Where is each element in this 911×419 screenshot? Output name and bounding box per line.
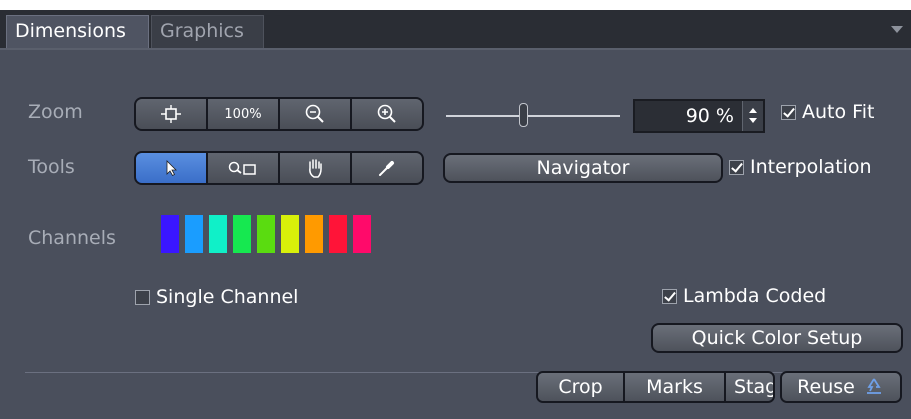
autofit-check-icon[interactable] <box>781 104 796 120</box>
eyedropper-icon <box>379 161 394 176</box>
lambda-coded-checkbox[interactable]: Lambda Coded <box>662 285 826 307</box>
zoom-rect-tool-button[interactable] <box>208 153 280 183</box>
channel-swatch-2[interactable] <box>185 215 203 253</box>
zoom-rect-icon <box>228 161 256 175</box>
marks-label: Marks <box>646 376 703 398</box>
reuse-label: Reuse <box>797 376 855 398</box>
autofit-checkbox[interactable]: Auto Fit <box>781 101 874 123</box>
interpolation-check-icon[interactable] <box>729 159 744 175</box>
lambda-coded-label: Lambda Coded <box>683 285 827 307</box>
quick-color-setup-button[interactable]: Quick Color Setup <box>651 323 903 353</box>
zoom-label: Zoom <box>28 101 83 123</box>
zoom-out-icon <box>305 104 324 123</box>
spin-up-icon[interactable] <box>749 108 757 113</box>
reuse-button[interactable]: Reuse <box>782 373 900 401</box>
crop-label: Crop <box>558 376 603 398</box>
zoom-100-button[interactable]: 100% <box>208 99 280 129</box>
zoom-slider-track[interactable] <box>446 115 620 117</box>
single-channel-check-icon[interactable] <box>135 289 150 305</box>
stage-button[interactable]: Stage <box>726 373 773 401</box>
quick-color-setup-label: Quick Color Setup <box>691 327 863 349</box>
fit-icon <box>161 105 181 123</box>
tab-bar: Dimensions Graphics <box>0 10 911 50</box>
tab-menu-chevron-down-icon[interactable] <box>891 26 903 33</box>
fit-button[interactable] <box>136 99 208 129</box>
spin-down-icon[interactable] <box>749 118 757 123</box>
hand-icon <box>309 159 322 178</box>
recycle-icon <box>866 378 881 394</box>
autofit-label: Auto Fit <box>802 101 875 123</box>
tools-label: Tools <box>28 156 75 178</box>
zoom-in-button[interactable] <box>352 99 422 129</box>
marks-button[interactable]: Marks <box>625 373 726 401</box>
single-channel-label: Single Channel <box>156 286 299 308</box>
pointer-icon <box>166 160 177 177</box>
channel-swatches <box>161 215 377 253</box>
channel-swatch-9[interactable] <box>353 215 371 253</box>
zoom-out-button[interactable] <box>280 99 352 129</box>
tools-button-group <box>134 151 424 185</box>
interpolation-checkbox[interactable]: Interpolation <box>729 156 872 178</box>
single-channel-checkbox[interactable]: Single Channel <box>135 286 298 308</box>
channel-swatch-4[interactable] <box>233 215 251 253</box>
interpolation-label: Interpolation <box>750 156 872 178</box>
zoom-value-spinbox[interactable]: 90 % <box>633 99 765 133</box>
channel-swatch-6[interactable] <box>281 215 299 253</box>
navigator-label: Navigator <box>536 157 630 179</box>
channel-swatch-7[interactable] <box>305 215 323 253</box>
reuse-group: Reuse <box>780 371 902 403</box>
dimensions-panel: Dimensions Graphics Zoom 100% 90 % Auto … <box>0 10 911 419</box>
channel-swatch-5[interactable] <box>257 215 275 253</box>
zoom-in-icon <box>377 104 396 123</box>
crop-button[interactable]: Crop <box>538 373 625 401</box>
zoom-spin-arrows[interactable] <box>742 101 763 131</box>
zoom-100-label: 100% <box>224 106 262 122</box>
tab-graphics[interactable]: Graphics <box>151 15 264 48</box>
hand-tool-button[interactable] <box>280 153 352 183</box>
navigator-button[interactable]: Navigator <box>443 153 723 183</box>
lambda-coded-check-icon[interactable] <box>662 288 677 304</box>
channel-swatch-1[interactable] <box>161 215 179 253</box>
pointer-tool-button[interactable] <box>136 153 208 183</box>
crop-marks-stage-group: Crop Marks Stage <box>536 371 775 403</box>
channels-label: Channels <box>28 227 116 249</box>
zoom-button-group: 100% <box>134 97 424 131</box>
channel-swatch-3[interactable] <box>209 215 227 253</box>
zoom-slider-thumb[interactable] <box>519 103 528 127</box>
tab-dimensions[interactable]: Dimensions <box>6 15 149 48</box>
stage-label: Stage <box>734 376 773 398</box>
zoom-value[interactable]: 90 % <box>635 105 742 127</box>
channel-swatch-8[interactable] <box>329 215 347 253</box>
eyedropper-tool-button[interactable] <box>352 153 422 183</box>
